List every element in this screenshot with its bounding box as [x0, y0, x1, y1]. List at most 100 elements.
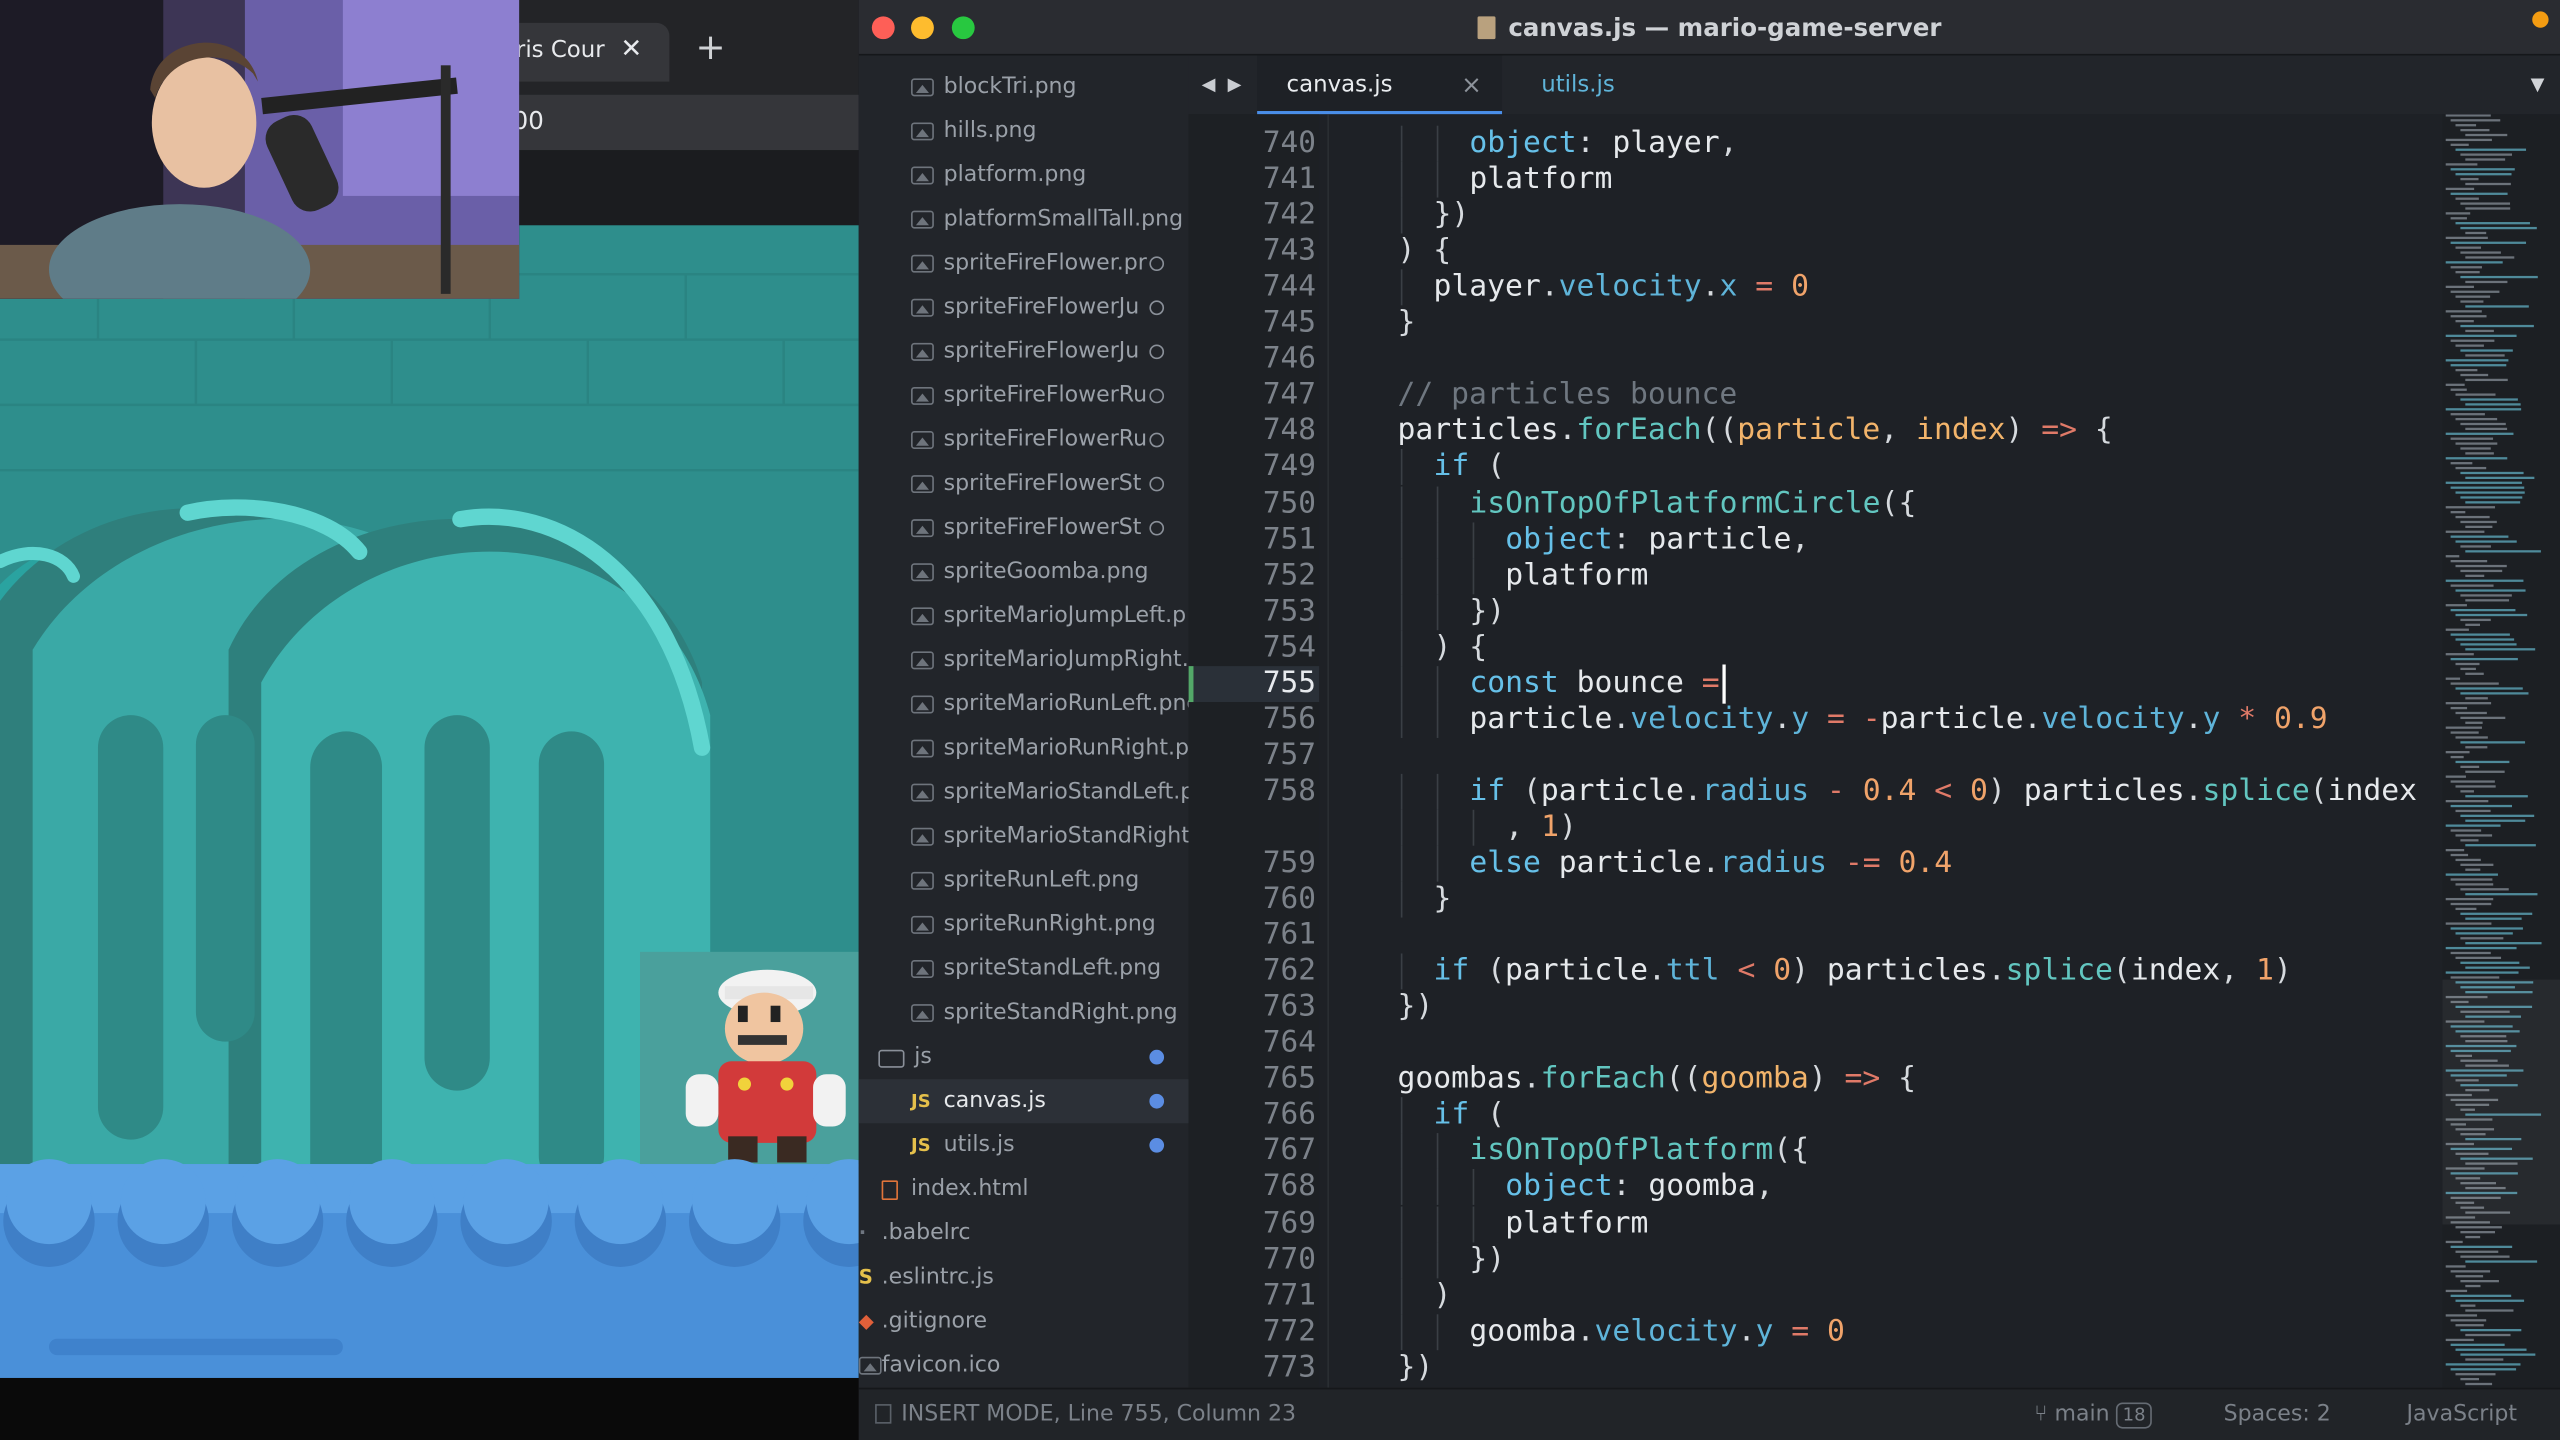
game-scene: [0, 225, 859, 1378]
file-item[interactable]: JS utils.js: [859, 1123, 1189, 1167]
code-line[interactable]: isOnTopOfPlatformCircle({: [1469, 486, 1916, 522]
new-tab-icon[interactable]: +: [696, 26, 726, 72]
js-file-icon: JS: [911, 1134, 931, 1156]
git-branch[interactable]: ⑂ main 18: [2034, 1389, 2153, 1438]
code-line[interactable]: }): [1398, 990, 1434, 1026]
tab-label: utils.js: [1541, 71, 1615, 98]
code-line[interactable]: platform: [1469, 162, 1612, 198]
file-item[interactable]: spriteFireFlower.pr: [859, 242, 1189, 286]
file-item[interactable]: spriteMarioStandLeft.p: [859, 771, 1189, 815]
indent-guide: [1436, 521, 1439, 558]
file-item[interactable]: spriteMarioJumpLeft.p: [859, 594, 1189, 638]
file-item[interactable]: · .babelrc: [859, 1211, 1189, 1255]
file-item[interactable]: spriteMarioRunRight.pr: [859, 727, 1189, 771]
code-line[interactable]: goomba.velocity.y = 0: [1469, 1314, 1844, 1350]
code-line[interactable]: }: [1398, 306, 1416, 342]
indent-setting[interactable]: Spaces: 2: [2224, 1389, 2331, 1438]
file-name: spriteMarioJumpRight.: [943, 646, 1189, 673]
chevron-down-icon[interactable]: ▼: [2531, 56, 2545, 115]
line-number: 746: [1262, 341, 1316, 376]
file-item[interactable]: JS canvas.js: [858, 1079, 1189, 1124]
code-line[interactable]: else particle.radius -= 0.4: [1469, 846, 1952, 882]
code-line[interactable]: platform: [1505, 1206, 1648, 1242]
js-file-icon: JS: [911, 1090, 931, 1112]
line-number: 764: [1262, 1025, 1316, 1060]
file-item[interactable]: favicon.ico: [858, 1344, 1189, 1388]
close-icon[interactable]: ×: [1461, 56, 1482, 115]
indent-guide: [1400, 593, 1403, 630]
tab-utils-js[interactable]: utils.js: [1541, 56, 1615, 115]
minimap[interactable]: [2442, 114, 2560, 1388]
code-line[interactable]: // particles bounce: [1398, 378, 1738, 414]
tab-canvas-js[interactable]: canvas.js ×: [1257, 55, 1503, 115]
code-line[interactable]: goombas.forEach((goomba) => {: [1398, 1062, 1917, 1098]
code-area[interactable]: 740 741 742 743 744 745 746 747 748 749 750 751 752 7…: [1188, 114, 2560, 1388]
code-line[interactable]: player.velocity.x = 0: [1433, 270, 1808, 306]
file-item[interactable]: index.html: [859, 1167, 1189, 1211]
status-bar: INSERT MODE, Line 755, Column 23 ⑂ main 1…: [858, 1387, 2560, 1440]
code-line[interactable]: ) {: [1398, 234, 1452, 270]
code-line[interactable]: if (: [1433, 450, 1505, 486]
html-file-icon: [881, 1180, 898, 1200]
file-item[interactable]: spriteMarioRunLeft.png: [859, 682, 1189, 726]
code-line[interactable]: particles.forEach((particle, index) => {: [1398, 414, 2113, 450]
code-line[interactable]: const bounce =: [1469, 666, 1719, 702]
file-item[interactable]: hills.png: [859, 109, 1189, 153]
code-line[interactable]: }): [1469, 1242, 1505, 1278]
file-item[interactable]: spriteFireFlowerRu: [859, 418, 1189, 462]
code-line[interactable]: object: particle,: [1505, 522, 1809, 558]
file-item[interactable]: spriteMarioJumpRight.: [859, 638, 1189, 682]
indent-guide: [1436, 1169, 1439, 1206]
language-mode[interactable]: JavaScript: [2407, 1389, 2517, 1438]
file-item[interactable]: platformSmallTall.png: [859, 198, 1189, 242]
file-item[interactable]: blockTri.png: [859, 65, 1189, 109]
file-name: spriteFireFlower.pr: [943, 249, 1147, 276]
code-line[interactable]: }): [1469, 594, 1505, 630]
file-item[interactable]: spriteRunLeft.png: [859, 859, 1189, 903]
code-line[interactable]: if (: [1433, 1098, 1505, 1134]
file-item[interactable]: spriteFireFlowerJu: [859, 286, 1189, 330]
line-number: 750: [1262, 485, 1316, 520]
game-canvas[interactable]: [0, 225, 859, 1378]
minimap-viewport[interactable]: [2442, 979, 2560, 1225]
branch-icon: ⑂: [2034, 1400, 2055, 1427]
code-line[interactable]: ) {: [1433, 630, 1487, 666]
image-file-icon: [911, 563, 934, 582]
code-line[interactable]: if (particle.radius - 0.4 < 0) particles…: [1469, 774, 2417, 810]
file-item[interactable]: spriteRunRight.png: [859, 903, 1189, 947]
file-item[interactable]: platform.png: [859, 153, 1189, 197]
file-item[interactable]: spriteFireFlowerSt: [859, 462, 1189, 506]
code-line[interactable]: particle.velocity.y = -particle.velocity…: [1469, 702, 2327, 738]
modified-indicator-icon: [1149, 476, 1165, 492]
browser-bottom-bar: [0, 1377, 859, 1440]
file-item[interactable]: spriteFireFlowerRu: [859, 374, 1189, 418]
file-item[interactable]: spriteStandLeft.png: [859, 947, 1189, 991]
code-line[interactable]: object: goomba,: [1505, 1170, 1773, 1206]
indent-guide: [1400, 1097, 1403, 1134]
address-bar[interactable]: 00: [489, 94, 859, 151]
code-line[interactable]: , 1): [1505, 810, 1577, 846]
code-line[interactable]: }: [1433, 882, 1451, 918]
code-line[interactable]: isOnTopOfPlatform({: [1469, 1134, 1809, 1170]
line-number: 766: [1262, 1097, 1316, 1132]
file-item[interactable]: spriteGoomba.png: [859, 550, 1189, 594]
file-item[interactable]: spriteFireFlowerSt: [859, 506, 1189, 550]
indent-guide: [1400, 701, 1403, 738]
file-item[interactable]: spriteFireFlowerJu: [859, 330, 1189, 374]
file-item[interactable]: S .eslintrc.js: [859, 1256, 1189, 1300]
browser-tab-close-icon[interactable]: ✕: [620, 29, 642, 68]
indent-guide: [1436, 1133, 1439, 1170]
code-line[interactable]: }): [1433, 198, 1469, 234]
file-item[interactable]: spriteStandRight.png: [859, 991, 1189, 1035]
file-item[interactable]: spriteMarioStandRight.: [859, 815, 1189, 859]
code-line[interactable]: platform: [1505, 558, 1648, 594]
tab-nav-arrows-icon[interactable]: ◀ ▶: [1202, 56, 1245, 115]
code-line[interactable]: if (particle.ttl < 0) particles.splice(i…: [1433, 954, 2291, 990]
code-line[interactable]: ): [1433, 1278, 1451, 1314]
file-item[interactable]: ◆ .gitignore: [859, 1300, 1189, 1344]
image-file-icon: [911, 254, 934, 273]
file-item[interactable]: js: [859, 1035, 1189, 1079]
code-line[interactable]: }): [1398, 1350, 1434, 1386]
code-line[interactable]: object: player,: [1469, 126, 1737, 162]
file-name: index.html: [911, 1175, 1029, 1202]
